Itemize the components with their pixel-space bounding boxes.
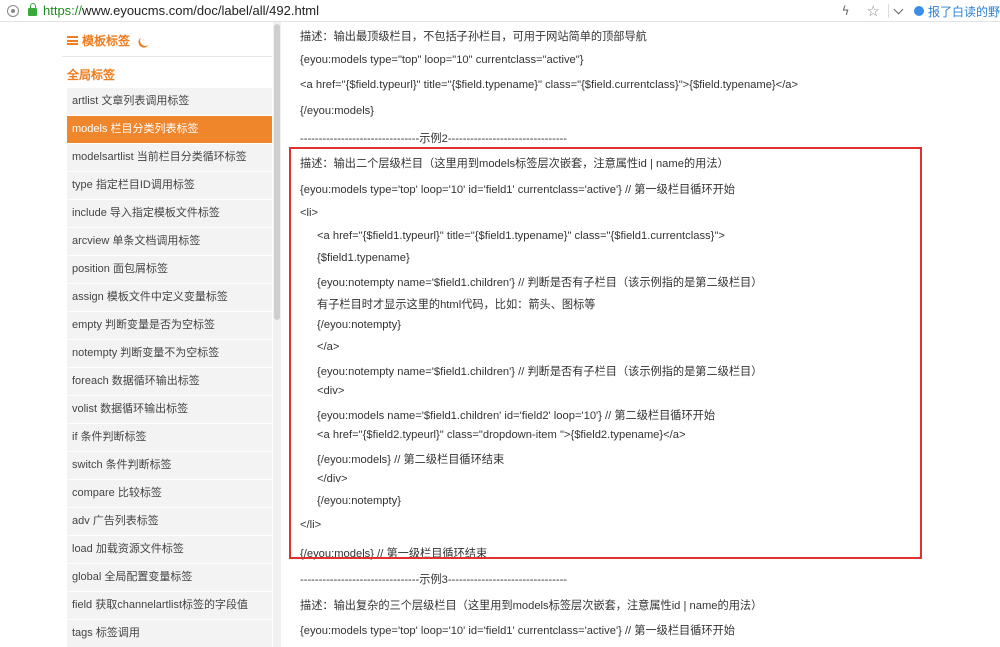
code-line: {/eyou:models} // 第二级栏目循环结束 [317, 454, 505, 466]
sidebar-item-arcview[interactable]: arcview 单条文档调用标签 [67, 228, 272, 255]
news-link[interactable]: 报了白读的野 [928, 3, 1000, 20]
code-line: <li> [300, 207, 319, 219]
lightning-icon[interactable]: ϟ [842, 4, 850, 18]
sidebar-item-assign[interactable]: assign 模板文件中定义变量标签 [67, 284, 272, 311]
news-icon [913, 6, 924, 16]
sidebar-scrollbar[interactable] [273, 22, 281, 647]
code-line: </a> [317, 341, 340, 353]
code-line: </div> [317, 473, 348, 485]
sidebar-item-load[interactable]: load 加载资源文件标签 [67, 536, 272, 563]
scrollbar-thumb[interactable] [274, 24, 280, 320]
code-line: {/eyou:models} [300, 105, 375, 117]
code-line: </li> [300, 519, 322, 531]
sidebar: 模板标签 全局标签 artlist 文章列表调用标签 models 栏目分类列表… [0, 22, 272, 647]
sidebar-item-notempty[interactable]: notempty 判断变量不为空标签 [67, 340, 272, 367]
code-line: {eyou:models type='top' loop='10' id='fi… [300, 184, 735, 196]
code-line: <a href="{$field2.typeurl}" class="dropd… [317, 429, 686, 441]
moon-icon[interactable] [138, 33, 152, 47]
url-text[interactable]: https://www.eyoucms.com/doc/label/all/49… [43, 3, 319, 18]
sidebar-item-field[interactable]: field 获取channelartlist标签的字段值 [67, 592, 272, 619]
example-separator: --------------------------------示例2-----… [300, 133, 568, 145]
sidebar-item-modelsartlist[interactable]: modelsartlist 当前栏目分类循环标签 [67, 144, 272, 171]
sidebar-item-empty[interactable]: empty 判断变量是否为空标签 [67, 312, 272, 339]
sidebar-item-type[interactable]: type 指定栏目ID调用标签 [67, 172, 272, 199]
code-line: {eyou:models type='top' loop='10' id='fi… [300, 625, 735, 637]
menu-icon[interactable] [67, 36, 78, 45]
code-line: 描述：输出最顶级栏目，不包括子孙栏目，可用于网站简单的顶部导航 [300, 31, 647, 43]
sidebar-item-if[interactable]: if 条件判断标签 [67, 424, 272, 451]
url-protocol: https:// [43, 3, 83, 18]
sidebar-item-compare[interactable]: compare 比较标签 [67, 480, 272, 507]
site-info-icon[interactable] [7, 4, 19, 17]
address-bar-actions: ϟ ☆ 报了白读的野 [842, 0, 1000, 22]
sidebar-category[interactable]: 全局标签 [67, 66, 115, 83]
sidebar-header: 模板标签 [67, 32, 151, 49]
divider [887, 4, 889, 18]
code-line: {eyou:models type="top" loop="10" curren… [300, 54, 584, 66]
sidebar-item-foreach[interactable]: foreach 数据循环输出标签 [67, 368, 272, 395]
chevron-down-icon[interactable] [893, 4, 904, 14]
sidebar-item-artlist[interactable]: artlist 文章列表调用标签 [67, 88, 272, 115]
code-line: {$field1.typename} [317, 252, 410, 264]
code-line: {/eyou:notempty} [317, 319, 401, 331]
sidebar-item-models[interactable]: models 栏目分类列表标签 [67, 116, 272, 143]
url-path: www.eyoucms.com/doc/label/all/492.html [82, 3, 320, 18]
code-line: <a href="{$field.typeurl}" title="{$fiel… [300, 79, 799, 91]
code-line: {eyou:models name='$field1.children' id=… [317, 410, 716, 422]
sidebar-title: 模板标签 [82, 34, 131, 48]
sidebar-item-global[interactable]: global 全局配置变量标签 [67, 564, 272, 591]
bookmark-star-icon[interactable]: ☆ [867, 2, 880, 20]
code-line: {/eyou:notempty} [317, 495, 401, 507]
code-line: 描述：输出复杂的三个层级栏目（这里用到models标签层次嵌套，注意属性id |… [300, 600, 763, 612]
sidebar-list: artlist 文章列表调用标签 models 栏目分类列表标签 modelsa… [67, 88, 272, 647]
sidebar-item-tags[interactable]: tags 标签调用 [67, 620, 272, 647]
code-line: {eyou:notempty name='$field1.children'} … [317, 277, 763, 289]
divider [62, 56, 272, 57]
code-line: {eyou:notempty name='$field1.children'} … [317, 366, 763, 378]
lock-icon[interactable] [28, 3, 37, 16]
code-line: {/eyou:models} // 第一级栏目循环结束 [300, 548, 488, 560]
address-bar[interactable]: https://www.eyoucms.com/doc/label/all/49… [0, 0, 1000, 22]
sidebar-item-adv[interactable]: adv 广告列表标签 [67, 508, 272, 535]
code-line: <a href="{$field1.typeurl}" title="{$fie… [317, 230, 725, 242]
sidebar-item-position[interactable]: position 面包屑标签 [67, 256, 272, 283]
code-line: <div> [317, 385, 345, 397]
sidebar-item-include[interactable]: include 导入指定模板文件标签 [67, 200, 272, 227]
sidebar-item-volist[interactable]: volist 数据循环输出标签 [67, 396, 272, 423]
code-line: 有子栏目时才显示这里的html代码，比如：箭头、图标等 [317, 299, 596, 311]
example-separator: --------------------------------示例3-----… [300, 574, 568, 586]
sidebar-item-switch[interactable]: switch 条件判断标签 [67, 452, 272, 479]
code-line: 描述：输出二个层级栏目（这里用到models标签层次嵌套，注意属性id | na… [300, 158, 729, 170]
